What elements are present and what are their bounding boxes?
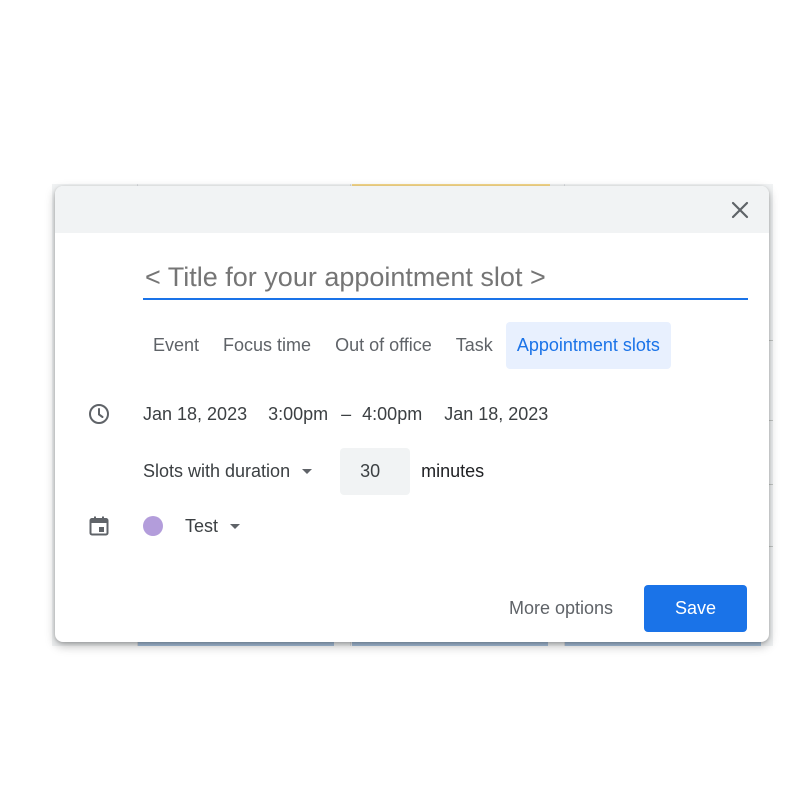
tab-out-of-office[interactable]: Out of office [324, 322, 443, 369]
appointment-slot-dialog: Event Focus time Out of office Task Appo… [55, 186, 769, 642]
calendar-row: Test [143, 511, 241, 541]
duration-input[interactable] [340, 447, 411, 495]
start-date[interactable]: Jan 18, 2023 [143, 404, 247, 425]
calendar-name: Test [185, 515, 219, 536]
calendar-icon [86, 513, 112, 539]
tab-event[interactable]: Event [142, 322, 210, 369]
more-options-button[interactable]: More options [499, 585, 623, 632]
end-time[interactable]: 4:00pm [362, 404, 422, 425]
tab-task[interactable]: Task [445, 322, 504, 369]
slots-mode-label: Slots with duration [143, 460, 291, 481]
title-input[interactable] [143, 260, 748, 300]
start-time[interactable]: 3:00pm [268, 404, 328, 425]
end-date[interactable]: Jan 18, 2023 [444, 404, 548, 425]
calendar-dropdown[interactable]: Test [185, 515, 241, 537]
time-row: Jan 18, 2023 3:00pm – 4:00pm Jan 18, 202… [143, 399, 548, 429]
clock-icon [86, 401, 112, 427]
close-button[interactable] [727, 197, 753, 223]
slots-mode-dropdown[interactable]: Slots with duration [143, 460, 313, 482]
save-button[interactable]: Save [644, 585, 747, 632]
close-icon [731, 201, 749, 219]
chevron-down-icon [302, 468, 313, 474]
tab-appointment-slots[interactable]: Appointment slots [505, 322, 671, 369]
duration-unit: minutes [421, 460, 485, 481]
slots-row: Slots with duration minutes [143, 447, 484, 495]
calendar-color-dot [143, 516, 163, 536]
dialog-header [55, 186, 769, 233]
chevron-down-icon [230, 523, 241, 529]
time-separator: – [341, 403, 352, 424]
event-type-tabs: Event Focus time Out of office Task Appo… [142, 322, 673, 369]
tab-focus-time[interactable]: Focus time [212, 322, 322, 369]
